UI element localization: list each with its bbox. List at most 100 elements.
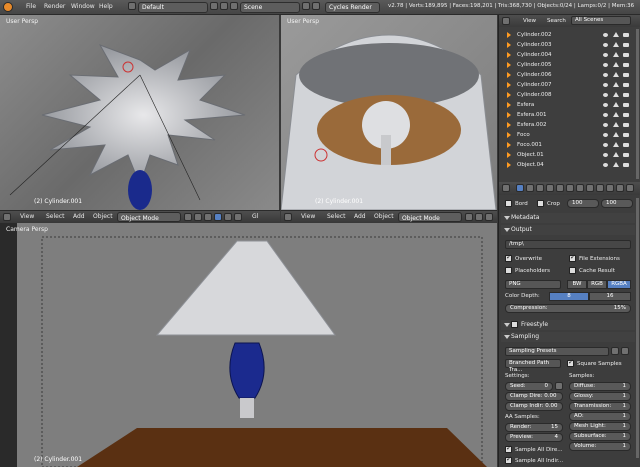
outliner-row[interactable]: Foco.001 bbox=[499, 140, 635, 150]
freestyle-panel-header[interactable]: Freestyle bbox=[501, 320, 635, 330]
placeholders-checkbox[interactable] bbox=[505, 267, 512, 274]
header-object-menu[interactable]: Object bbox=[93, 213, 113, 220]
scene-tab-icon[interactable] bbox=[536, 184, 544, 192]
translate-icon[interactable] bbox=[214, 213, 222, 221]
color-rgba-button[interactable]: RGBA bbox=[607, 280, 631, 289]
add-preset-icon[interactable] bbox=[611, 347, 619, 355]
sample-all-direct-checkbox[interactable] bbox=[505, 444, 512, 453]
outliner-row[interactable]: Cylinder.005 bbox=[499, 60, 635, 70]
camera-icon[interactable] bbox=[623, 113, 629, 117]
menu-help[interactable]: Help bbox=[99, 3, 113, 10]
outliner-row[interactable]: Esfera bbox=[499, 100, 635, 110]
screen-layout-icon[interactable] bbox=[128, 2, 136, 10]
viewport-top-right[interactable]: User Persp (2) Cylinder.001 bbox=[281, 15, 497, 210]
outliner-row[interactable]: Cylinder.007 bbox=[499, 80, 635, 90]
freestyle-checkbox[interactable] bbox=[511, 321, 518, 328]
preview-samples-field[interactable]: Preview: 4 bbox=[505, 433, 563, 442]
properties-editor-icon[interactable] bbox=[502, 184, 510, 192]
rotate-icon[interactable] bbox=[224, 213, 232, 221]
camera-icon[interactable] bbox=[623, 33, 629, 37]
cursor-icon[interactable] bbox=[613, 112, 619, 117]
eye-icon[interactable] bbox=[603, 133, 608, 137]
eye-icon[interactable] bbox=[603, 73, 608, 77]
add-scene-icon[interactable] bbox=[302, 2, 310, 10]
cursor-icon[interactable] bbox=[613, 82, 619, 87]
outliner-scrollbar[interactable] bbox=[636, 29, 639, 179]
color-rgb-button[interactable]: RGB bbox=[587, 280, 607, 289]
render-engine-select[interactable]: Cycles Render bbox=[325, 2, 380, 13]
volume-samples-field[interactable]: Volume: 1 bbox=[569, 442, 631, 451]
eye-icon[interactable] bbox=[603, 83, 608, 87]
outliner-row[interactable]: Esfera.002 bbox=[499, 120, 635, 130]
layers-tab-icon[interactable] bbox=[526, 184, 534, 192]
cursor-icon[interactable] bbox=[613, 162, 619, 167]
menu-window[interactable]: Window bbox=[71, 3, 95, 10]
cursor-icon[interactable] bbox=[613, 152, 619, 157]
sampling-panel-header[interactable]: Sampling bbox=[501, 332, 635, 342]
pivot-icon[interactable] bbox=[194, 213, 202, 221]
texture-tab-icon[interactable] bbox=[606, 184, 614, 192]
file-format-select[interactable]: PNG bbox=[505, 280, 561, 289]
header-select-menu[interactable]: Select bbox=[46, 213, 65, 220]
header-select-menu[interactable]: Select bbox=[327, 213, 346, 220]
camera-icon[interactable] bbox=[623, 73, 629, 77]
camera-icon[interactable] bbox=[623, 93, 629, 97]
properties-scrollbar[interactable] bbox=[636, 198, 639, 458]
particles-tab-icon[interactable] bbox=[616, 184, 624, 192]
modifiers-tab-icon[interactable] bbox=[576, 184, 584, 192]
close-layout-icon[interactable] bbox=[220, 2, 228, 10]
cursor-icon[interactable] bbox=[613, 42, 619, 47]
outliner-row[interactable]: Cylinder.004 bbox=[499, 50, 635, 60]
material-tab-icon[interactable] bbox=[596, 184, 604, 192]
seed-field[interactable]: Seed: 0 bbox=[505, 382, 553, 391]
cache-result-checkbox[interactable] bbox=[569, 267, 576, 274]
close-scene-icon[interactable] bbox=[312, 2, 320, 10]
square-samples-checkbox[interactable] bbox=[567, 358, 574, 367]
crop-checkbox[interactable] bbox=[537, 200, 544, 207]
eye-icon[interactable] bbox=[603, 43, 608, 47]
resolution-y-field[interactable]: 100 bbox=[601, 199, 633, 208]
object-tab-icon[interactable] bbox=[556, 184, 564, 192]
eye-icon[interactable] bbox=[603, 33, 608, 37]
scene-icon[interactable] bbox=[230, 2, 238, 10]
layout-select[interactable]: Default bbox=[138, 2, 208, 13]
pivot-icon[interactable] bbox=[475, 213, 483, 221]
viewport-camera[interactable]: Camera Persp (2) Cylinder.001 bbox=[0, 223, 497, 467]
shading-icon[interactable] bbox=[184, 213, 192, 221]
clamp-indirect-field[interactable]: Clamp Indir: 0.00 bbox=[505, 402, 563, 411]
blender-logo-icon[interactable] bbox=[3, 2, 13, 12]
glossy-samples-field[interactable]: Glossy: 1 bbox=[569, 392, 631, 401]
menu-file[interactable]: File bbox=[26, 3, 36, 10]
camera-icon[interactable] bbox=[623, 83, 629, 87]
add-layout-icon[interactable] bbox=[210, 2, 218, 10]
outliner-row[interactable]: Object.04 bbox=[499, 160, 635, 170]
shading-icon[interactable] bbox=[465, 213, 473, 221]
header-add-menu[interactable]: Add bbox=[73, 213, 85, 220]
editor-type-icon[interactable] bbox=[3, 213, 11, 221]
camera-icon[interactable] bbox=[623, 43, 629, 47]
outliner-row[interactable]: Cylinder.003 bbox=[499, 40, 635, 50]
header-view-menu[interactable]: View bbox=[301, 213, 315, 220]
cursor-icon[interactable] bbox=[613, 72, 619, 77]
outliner-row[interactable]: Cylinder.002 bbox=[499, 30, 635, 40]
eye-icon[interactable] bbox=[603, 153, 608, 157]
manipulator-icon[interactable] bbox=[204, 213, 212, 221]
object-mode-select[interactable]: Object Mode bbox=[117, 212, 181, 222]
eye-icon[interactable] bbox=[603, 113, 608, 117]
outliner-editor-icon[interactable] bbox=[502, 17, 510, 25]
file-extensions-checkbox[interactable] bbox=[569, 253, 576, 262]
physics-tab-icon[interactable] bbox=[626, 184, 634, 192]
output-path-field[interactable]: /tmp\ bbox=[505, 240, 631, 249]
compression-slider[interactable]: Compression: 15% bbox=[505, 304, 631, 313]
cursor-icon[interactable] bbox=[613, 132, 619, 137]
camera-icon[interactable] bbox=[623, 153, 629, 157]
eye-icon[interactable] bbox=[603, 53, 608, 57]
mesh-light-samples-field[interactable]: Mesh Light: 1 bbox=[569, 422, 631, 431]
integrator-select[interactable]: Branched Path Tra... bbox=[505, 359, 561, 373]
manipulator-icon[interactable] bbox=[485, 213, 493, 221]
sample-all-indirect-checkbox[interactable] bbox=[505, 455, 512, 464]
scale-icon[interactable] bbox=[234, 213, 242, 221]
animated-seed-icon[interactable] bbox=[555, 382, 563, 390]
object-mode-select[interactable]: Object Mode bbox=[398, 212, 462, 222]
cursor-icon[interactable] bbox=[613, 92, 619, 97]
